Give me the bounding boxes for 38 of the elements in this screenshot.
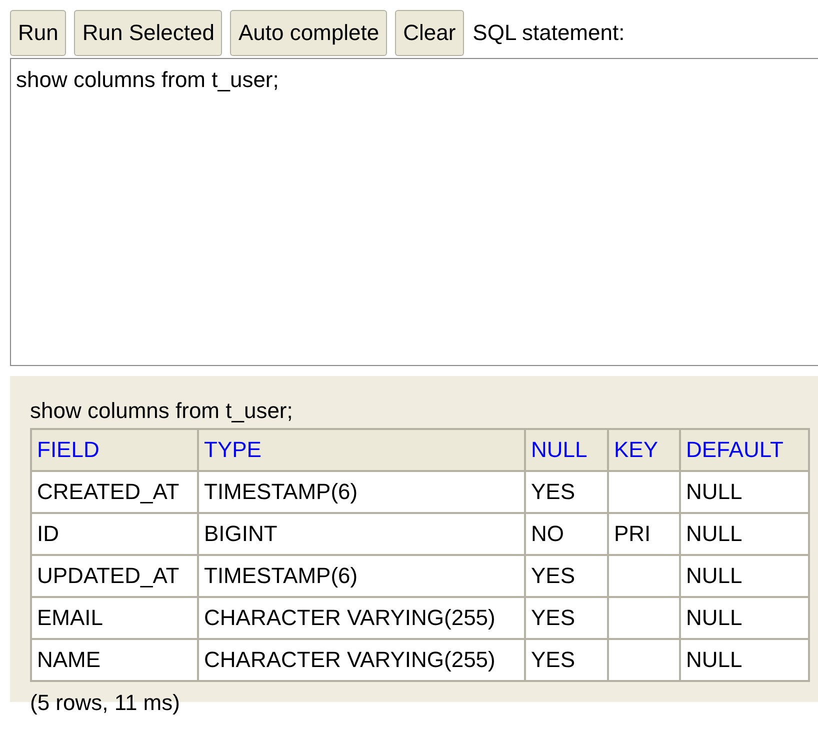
- column-header: KEY: [608, 429, 680, 471]
- table-cell: NO: [525, 513, 608, 555]
- table-cell: YES: [525, 597, 608, 639]
- column-header: DEFAULT: [680, 429, 809, 471]
- sql-editor[interactable]: show columns from t_user;: [10, 58, 818, 366]
- column-header: FIELD: [31, 429, 198, 471]
- table-cell: TIMESTAMP(6): [198, 555, 525, 597]
- column-header: TYPE: [198, 429, 525, 471]
- table-cell: [608, 597, 680, 639]
- table-cell: BIGINT: [198, 513, 525, 555]
- result-statement: show columns from t_user;: [30, 398, 294, 424]
- toolbar-button[interactable]: Clear: [395, 10, 464, 56]
- toolbar-button[interactable]: Run Selected: [74, 10, 222, 56]
- toolbar-button[interactable]: Auto complete: [230, 10, 388, 56]
- table-cell: CREATED_AT: [31, 471, 198, 513]
- table-cell: UPDATED_AT: [31, 555, 198, 597]
- table-cell: NAME: [31, 639, 198, 681]
- sql-statement-label: SQL statement:: [472, 20, 625, 46]
- table-cell: PRI: [608, 513, 680, 555]
- table-cell: NULL: [680, 471, 809, 513]
- table-cell: [608, 471, 680, 513]
- table-cell: CHARACTER VARYING(255): [198, 597, 525, 639]
- table-cell: NULL: [680, 597, 809, 639]
- table-cell: CHARACTER VARYING(255): [198, 639, 525, 681]
- table-cell: YES: [525, 471, 608, 513]
- result-summary: (5 rows, 11 ms): [30, 690, 181, 716]
- table-cell: YES: [525, 555, 608, 597]
- table-cell: ID: [31, 513, 198, 555]
- table-cell: NULL: [680, 513, 809, 555]
- table-cell: [608, 555, 680, 597]
- table-cell: NULL: [680, 639, 809, 681]
- table-cell: TIMESTAMP(6): [198, 471, 525, 513]
- column-header: NULL: [525, 429, 608, 471]
- table-cell: NULL: [680, 555, 809, 597]
- table-cell: YES: [525, 639, 608, 681]
- table-cell: EMAIL: [31, 597, 198, 639]
- toolbar-button[interactable]: Run: [10, 10, 66, 56]
- table-cell: [608, 639, 680, 681]
